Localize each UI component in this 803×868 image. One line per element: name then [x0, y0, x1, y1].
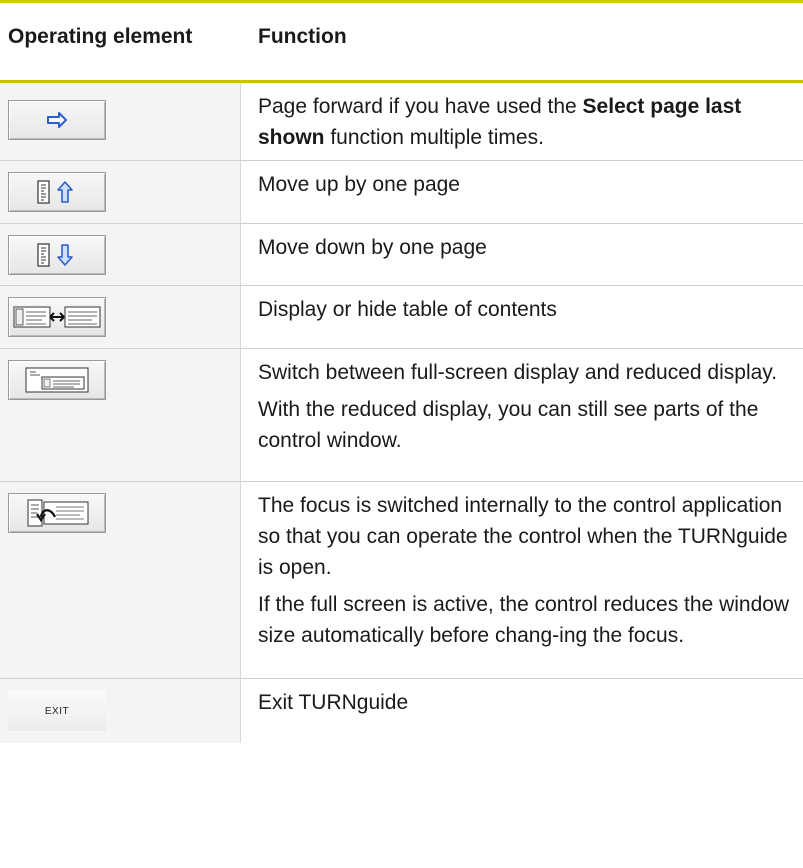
row-function-text: Display or hide table of contents [258, 298, 557, 321]
table-row: Display or hide table of contents [0, 286, 803, 349]
switch-focus-icon [27, 499, 89, 527]
display-mode-icon [25, 367, 89, 393]
page-forward-button[interactable] [8, 100, 106, 140]
row-function-text: Page forward if you have used the Select… [258, 95, 742, 149]
page-down-button[interactable] [8, 235, 106, 275]
page-up-icon [37, 180, 73, 204]
row-function-text: The focus is switched internally to the … [258, 494, 790, 647]
column-header-function: Function [258, 25, 347, 48]
page-down-icon [37, 243, 73, 267]
row-function-text: Switch between full-screen display and r… [258, 361, 778, 452]
table-row: Page forward if you have used the Select… [0, 83, 803, 161]
table-row: Move down by one page [0, 224, 803, 286]
table-row: EXIT Exit TURNguide [0, 679, 803, 743]
toggle-toc-icon [13, 306, 101, 328]
row-function-text: Exit TURNguide [258, 691, 409, 714]
exit-button[interactable]: EXIT [8, 691, 106, 731]
toggle-toc-button[interactable] [8, 297, 106, 337]
table-row: Move up by one page [0, 161, 803, 224]
arrow-right-icon [47, 112, 67, 128]
table-row: Switch between full-screen display and r… [0, 349, 803, 482]
table-header: Operating element Function [0, 3, 803, 83]
switch-focus-button[interactable] [8, 493, 106, 533]
display-mode-button[interactable] [8, 360, 106, 400]
table-row: The focus is switched internally to the … [0, 482, 803, 679]
row-function-text: Move down by one page [258, 236, 487, 259]
row-function-text: Move up by one page [258, 173, 460, 196]
page-up-button[interactable] [8, 172, 106, 212]
column-header-operating-element: Operating element [8, 25, 193, 48]
operating-elements-table: Operating element Function Page forward … [0, 0, 803, 743]
